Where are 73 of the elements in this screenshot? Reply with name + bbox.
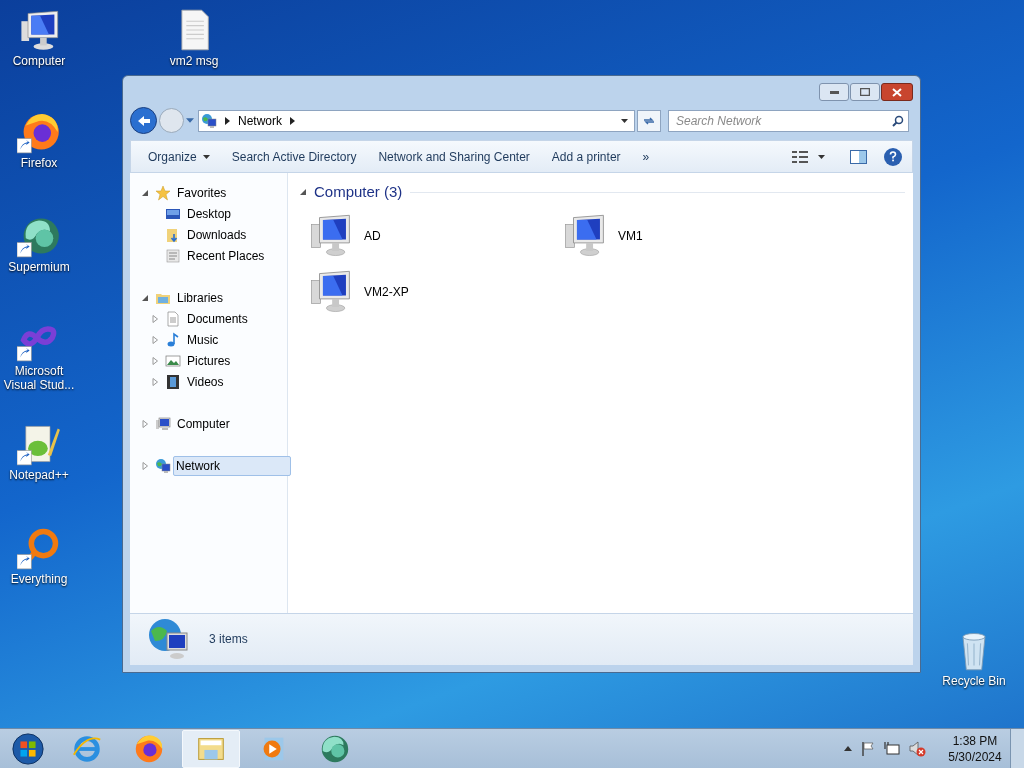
collapse-triangle-icon[interactable] (298, 187, 308, 198)
minimize-icon (829, 90, 839, 94)
back-button[interactable] (130, 107, 157, 134)
nav-item[interactable]: Desktop (185, 203, 234, 224)
toolbar-button[interactable]: » (634, 143, 658, 170)
caret-icon (818, 154, 825, 159)
monitor-icon (155, 415, 171, 432)
show-desktop-button[interactable] (1010, 728, 1024, 768)
show-hidden-icons-icon[interactable] (844, 746, 852, 751)
caret-icon (621, 118, 628, 123)
desktop-icon-label[interactable]: Firefox (0, 156, 78, 170)
speaker-muted-icon[interactable] (909, 740, 927, 757)
status-text: 3 items (209, 631, 248, 648)
desktop-icon-label[interactable]: Microsoft Visual Stud... (0, 364, 78, 392)
desktop-icon-label[interactable]: Everything (0, 572, 78, 586)
clock-time: 1:38 PM (952, 732, 998, 749)
desktop-icon-label[interactable]: Recycle Bin (935, 674, 1013, 688)
nav-item[interactable]: Network (173, 455, 291, 476)
chevron-icon (290, 116, 295, 125)
clock[interactable]: 1:38 PM 5/30/2024 (946, 732, 1004, 765)
restore-icon (860, 88, 870, 96)
toolbar-button[interactable]: Network and Sharing Center (370, 143, 538, 170)
start-orb-icon (11, 731, 45, 766)
maximize-button[interactable] (850, 83, 880, 101)
document-icon (165, 310, 181, 327)
group-header[interactable]: Computer (3) (314, 181, 403, 204)
host-name[interactable]: AD (364, 226, 381, 245)
help-button[interactable] (884, 147, 902, 166)
toolbar-button[interactable]: Add a printer (543, 143, 629, 170)
nav-item[interactable]: Favorites (175, 182, 229, 203)
search-field[interactable]: Search Network (676, 111, 892, 130)
nav-item[interactable]: Recent Places (185, 245, 267, 266)
nav-item[interactable]: Videos (185, 371, 226, 392)
nav-item[interactable]: Downloads (185, 224, 249, 245)
star-icon (155, 184, 171, 201)
picture-icon (165, 352, 181, 369)
caret-icon (202, 154, 210, 159)
network-globe-icon (147, 617, 191, 661)
network-status-icon[interactable] (884, 741, 900, 756)
address-bar[interactable]: Network (198, 109, 635, 132)
history-caret-icon (186, 118, 194, 123)
refresh-button[interactable] (637, 109, 661, 132)
network-globe-icon (155, 457, 171, 474)
search-icon (892, 114, 904, 127)
nav-item[interactable]: Documents (185, 308, 250, 329)
back-arrow-icon (136, 114, 151, 127)
desktop-icon-label[interactable]: Supermium (0, 260, 78, 274)
clock-date: 5/30/2024 (948, 748, 1002, 765)
nav-item[interactable]: Music (185, 329, 221, 350)
close-icon (892, 87, 902, 97)
desktop-icon-label[interactable]: vm2 msg (155, 54, 233, 68)
network-globe-icon (201, 112, 217, 129)
nav-item[interactable]: Pictures (185, 350, 233, 371)
toolbar-button[interactable]: Organize (140, 143, 218, 170)
minimize-button[interactable] (819, 83, 849, 101)
breadcrumb[interactable]: Network (238, 111, 282, 130)
flag-icon[interactable] (861, 741, 875, 756)
desktop-icon-label[interactable]: Computer (0, 54, 78, 68)
view-list-icon (792, 149, 808, 164)
host-name[interactable]: VM2-XP (364, 282, 409, 301)
desktop-icon-label[interactable]: Notepad++ (0, 468, 78, 482)
preview-pane-icon (850, 149, 867, 164)
host-name[interactable]: VM1 (618, 226, 643, 245)
toolbar-button[interactable]: Search Active Directory (223, 143, 365, 170)
search-box[interactable]: Search Network (668, 109, 909, 132)
nav-item[interactable]: Libraries (175, 287, 226, 308)
close-button[interactable] (881, 83, 913, 101)
recent-places-icon (165, 247, 181, 264)
chevron-icon (225, 116, 230, 125)
question-mark-icon (889, 151, 897, 162)
nav-item[interactable]: Computer (175, 413, 232, 434)
music-note-icon (165, 331, 181, 348)
film-icon (165, 373, 181, 390)
